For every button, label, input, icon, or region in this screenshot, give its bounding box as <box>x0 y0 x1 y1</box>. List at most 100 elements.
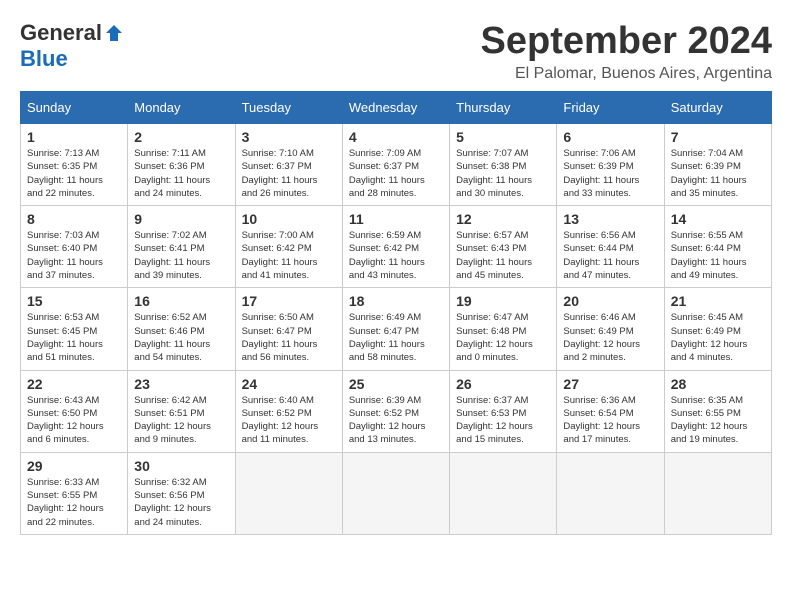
day-info: Sunrise: 7:13 AM Sunset: 6:35 PM Dayligh… <box>27 147 121 200</box>
day-info: Sunrise: 6:50 AM Sunset: 6:47 PM Dayligh… <box>242 311 336 364</box>
day-info: Sunrise: 6:40 AM Sunset: 6:52 PM Dayligh… <box>242 394 336 447</box>
calendar-cell: 17 Sunrise: 6:50 AM Sunset: 6:47 PM Dayli… <box>235 288 342 370</box>
day-info: Sunrise: 6:35 AM Sunset: 6:55 PM Dayligh… <box>671 394 765 447</box>
calendar-cell: 5Sunrise: 7:07 AM Sunset: 6:38 PM Daylig… <box>450 124 557 206</box>
day-number: 24 <box>242 376 336 392</box>
calendar-cell: 25Sunrise: 6:39 AM Sunset: 6:52 PM Dayli… <box>342 370 449 452</box>
day-info: Sunrise: 7:06 AM Sunset: 6:39 PM Dayligh… <box>563 147 657 200</box>
calendar-cell <box>450 452 557 534</box>
calendar-cell: 30Sunrise: 6:32 AM Sunset: 6:56 PM Dayli… <box>128 452 235 534</box>
day-number: 21 <box>671 293 765 309</box>
day-number: 13 <box>563 211 657 227</box>
day-info: Sunrise: 7:11 AM Sunset: 6:36 PM Dayligh… <box>134 147 228 200</box>
month-title: September 2024 <box>481 20 773 63</box>
calendar-week-row: 8Sunrise: 7:03 AM Sunset: 6:40 PM Daylig… <box>21 206 772 288</box>
day-info: Sunrise: 6:36 AM Sunset: 6:54 PM Dayligh… <box>563 394 657 447</box>
day-number: 23 <box>134 376 228 392</box>
calendar-cell: 7 Sunrise: 7:04 AM Sunset: 6:39 PM Daylig… <box>664 124 771 206</box>
day-number: 7 <box>671 129 765 145</box>
day-number: 29 <box>27 458 121 474</box>
day-info: Sunrise: 7:00 AM Sunset: 6:42 PM Dayligh… <box>242 229 336 282</box>
col-header-monday: Monday <box>128 92 235 124</box>
calendar-cell: 2Sunrise: 7:11 AM Sunset: 6:36 PM Daylig… <box>128 124 235 206</box>
day-number: 1 <box>27 129 121 145</box>
day-info: Sunrise: 6:57 AM Sunset: 6:43 PM Dayligh… <box>456 229 550 282</box>
calendar-cell: 28 Sunrise: 6:35 AM Sunset: 6:55 PM Dayli… <box>664 370 771 452</box>
calendar-header-row: SundayMondayTuesdayWednesdayThursdayFrid… <box>21 92 772 124</box>
day-info: Sunrise: 7:07 AM Sunset: 6:38 PM Dayligh… <box>456 147 550 200</box>
calendar-cell: 24 Sunrise: 6:40 AM Sunset: 6:52 PM Dayli… <box>235 370 342 452</box>
calendar-cell <box>342 452 449 534</box>
calendar-cell: 8Sunrise: 7:03 AM Sunset: 6:40 PM Daylig… <box>21 206 128 288</box>
day-info: Sunrise: 6:56 AM Sunset: 6:44 PM Dayligh… <box>563 229 657 282</box>
calendar-table: SundayMondayTuesdayWednesdayThursdayFrid… <box>20 91 772 535</box>
calendar-cell: 27 Sunrise: 6:36 AM Sunset: 6:54 PM Dayli… <box>557 370 664 452</box>
day-number: 3 <box>242 129 336 145</box>
calendar-cell: 10 Sunrise: 7:00 AM Sunset: 6:42 PM Dayli… <box>235 206 342 288</box>
day-info: Sunrise: 6:33 AM Sunset: 6:55 PM Dayligh… <box>27 476 121 529</box>
location-subtitle: El Palomar, Buenos Aires, Argentina <box>481 65 773 83</box>
day-number: 8 <box>27 211 121 227</box>
day-number: 11 <box>349 211 443 227</box>
calendar-cell: 16 Sunrise: 6:52 AM Sunset: 6:46 PM Dayli… <box>128 288 235 370</box>
day-info: Sunrise: 6:52 AM Sunset: 6:46 PM Dayligh… <box>134 311 228 364</box>
calendar-cell <box>557 452 664 534</box>
page-header: General Blue September 2024 El Palomar, … <box>20 20 772 83</box>
day-info: Sunrise: 6:55 AM Sunset: 6:44 PM Dayligh… <box>671 229 765 282</box>
calendar-cell: 21 Sunrise: 6:45 AM Sunset: 6:49 PM Dayli… <box>664 288 771 370</box>
day-number: 6 <box>563 129 657 145</box>
calendar-week-row: 29 Sunrise: 6:33 AM Sunset: 6:55 PM Dayli… <box>21 452 772 534</box>
day-number: 18 <box>349 293 443 309</box>
day-info: Sunrise: 7:02 AM Sunset: 6:41 PM Dayligh… <box>134 229 228 282</box>
day-number: 10 <box>242 211 336 227</box>
day-number: 17 <box>242 293 336 309</box>
day-number: 20 <box>563 293 657 309</box>
col-header-friday: Friday <box>557 92 664 124</box>
calendar-cell: 29 Sunrise: 6:33 AM Sunset: 6:55 PM Dayli… <box>21 452 128 534</box>
logo-icon <box>104 23 124 43</box>
day-number: 9 <box>134 211 228 227</box>
day-number: 4 <box>349 129 443 145</box>
col-header-saturday: Saturday <box>664 92 771 124</box>
day-number: 19 <box>456 293 550 309</box>
calendar-cell <box>235 452 342 534</box>
day-info: Sunrise: 6:46 AM Sunset: 6:49 PM Dayligh… <box>563 311 657 364</box>
day-info: Sunrise: 6:45 AM Sunset: 6:49 PM Dayligh… <box>671 311 765 364</box>
day-info: Sunrise: 6:39 AM Sunset: 6:52 PM Dayligh… <box>349 394 443 447</box>
calendar-week-row: 1 Sunrise: 7:13 AM Sunset: 6:35 PM Daylig… <box>21 124 772 206</box>
calendar-cell: 19 Sunrise: 6:47 AM Sunset: 6:48 PM Dayli… <box>450 288 557 370</box>
logo-blue-text: Blue <box>20 46 68 72</box>
day-number: 27 <box>563 376 657 392</box>
day-number: 12 <box>456 211 550 227</box>
calendar-cell: 26Sunrise: 6:37 AM Sunset: 6:53 PM Dayli… <box>450 370 557 452</box>
calendar-cell: 20 Sunrise: 6:46 AM Sunset: 6:49 PM Dayli… <box>557 288 664 370</box>
col-header-thursday: Thursday <box>450 92 557 124</box>
calendar-cell: 9 Sunrise: 7:02 AM Sunset: 6:41 PM Daylig… <box>128 206 235 288</box>
day-info: Sunrise: 6:32 AM Sunset: 6:56 PM Dayligh… <box>134 476 228 529</box>
day-number: 14 <box>671 211 765 227</box>
calendar-cell: 4 Sunrise: 7:09 AM Sunset: 6:37 PM Daylig… <box>342 124 449 206</box>
calendar-cell: 15Sunrise: 6:53 AM Sunset: 6:45 PM Dayli… <box>21 288 128 370</box>
day-info: Sunrise: 7:04 AM Sunset: 6:39 PM Dayligh… <box>671 147 765 200</box>
day-info: Sunrise: 6:42 AM Sunset: 6:51 PM Dayligh… <box>134 394 228 447</box>
day-info: Sunrise: 6:59 AM Sunset: 6:42 PM Dayligh… <box>349 229 443 282</box>
day-info: Sunrise: 6:47 AM Sunset: 6:48 PM Dayligh… <box>456 311 550 364</box>
calendar-cell: 13 Sunrise: 6:56 AM Sunset: 6:44 PM Dayli… <box>557 206 664 288</box>
day-info: Sunrise: 6:49 AM Sunset: 6:47 PM Dayligh… <box>349 311 443 364</box>
day-info: Sunrise: 7:10 AM Sunset: 6:37 PM Dayligh… <box>242 147 336 200</box>
day-number: 22 <box>27 376 121 392</box>
col-header-sunday: Sunday <box>21 92 128 124</box>
col-header-wednesday: Wednesday <box>342 92 449 124</box>
day-info: Sunrise: 6:37 AM Sunset: 6:53 PM Dayligh… <box>456 394 550 447</box>
calendar-cell: 18 Sunrise: 6:49 AM Sunset: 6:47 PM Dayli… <box>342 288 449 370</box>
day-number: 28 <box>671 376 765 392</box>
calendar-cell: 14 Sunrise: 6:55 AM Sunset: 6:44 PM Dayli… <box>664 206 771 288</box>
calendar-cell: 3 Sunrise: 7:10 AM Sunset: 6:37 PM Daylig… <box>235 124 342 206</box>
day-info: Sunrise: 6:43 AM Sunset: 6:50 PM Dayligh… <box>27 394 121 447</box>
day-number: 16 <box>134 293 228 309</box>
col-header-tuesday: Tuesday <box>235 92 342 124</box>
title-block: September 2024 El Palomar, Buenos Aires,… <box>481 20 773 83</box>
logo-general-text: General <box>20 20 102 46</box>
day-info: Sunrise: 7:09 AM Sunset: 6:37 PM Dayligh… <box>349 147 443 200</box>
logo: General Blue <box>20 20 124 72</box>
